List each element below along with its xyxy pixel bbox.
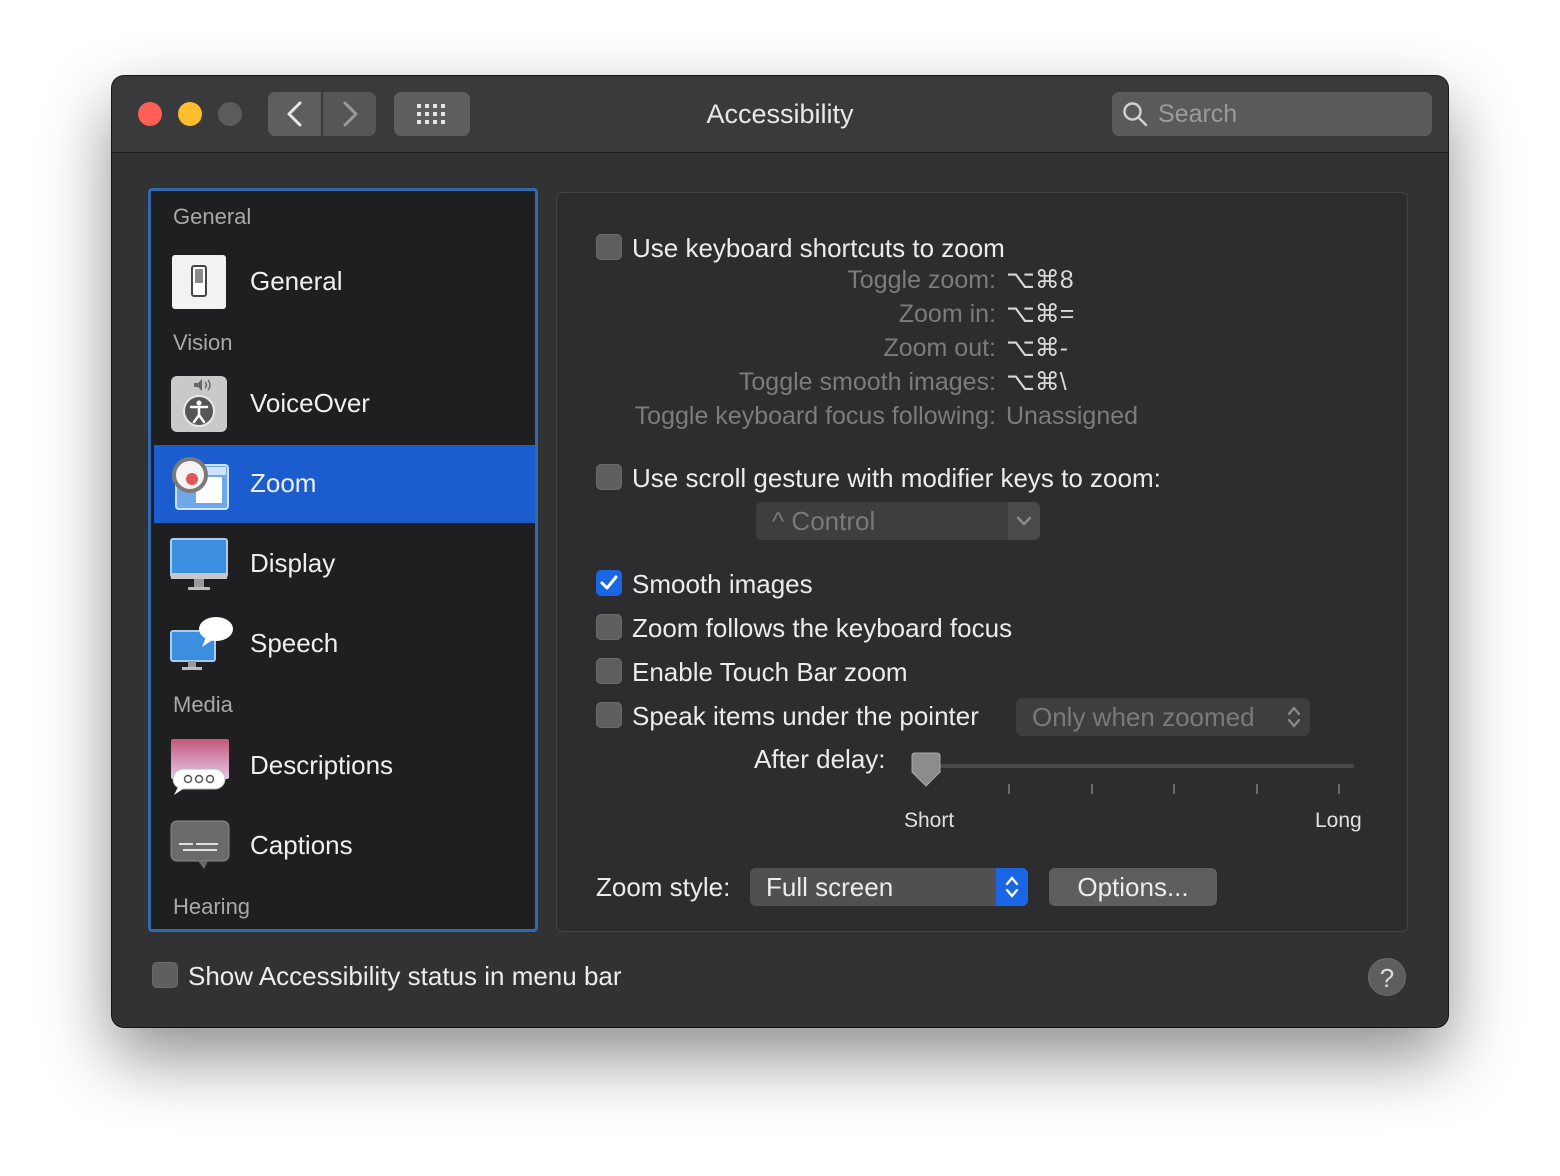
switch-icon xyxy=(170,253,228,311)
chevron-left-icon xyxy=(287,101,301,127)
forward-button[interactable] xyxy=(323,92,376,136)
minimize-window-button[interactable] xyxy=(178,102,202,126)
shortcut-name: Zoom in: xyxy=(898,300,996,328)
sidebar-item-captions[interactable]: Captions xyxy=(154,807,535,885)
help-button[interactable]: ? xyxy=(1368,958,1406,996)
shortcut-name: Toggle zoom: xyxy=(847,266,996,294)
zoom-style-popup[interactable]: Full screen xyxy=(750,868,1028,906)
follow-focus-checkbox[interactable] xyxy=(596,614,622,640)
grid-icon xyxy=(417,104,445,124)
chevron-right-icon xyxy=(343,101,357,127)
sidebar-header-general: General xyxy=(173,204,252,229)
sidebar-item-label: Speech xyxy=(250,628,339,658)
window-title: Accessibility xyxy=(706,99,854,129)
sidebar-header-hearing: Hearing xyxy=(173,894,251,919)
sidebar-item-label: General xyxy=(250,266,343,296)
voiceover-icon xyxy=(170,375,228,433)
speak-items-checkbox[interactable] xyxy=(596,702,622,728)
shortcut-row-zoom-out: Zoom out: xyxy=(596,332,996,364)
speak-items-label: Speak items under the pointer xyxy=(632,701,979,731)
smooth-images-checkbox[interactable] xyxy=(596,570,622,596)
scroll-gesture-checkbox[interactable] xyxy=(596,464,622,490)
preferences-window: Accessibility Search General General Vis… xyxy=(112,76,1448,1027)
status-menu-label: Show Accessibility status in menu bar xyxy=(188,961,622,991)
captions-icon xyxy=(170,817,230,875)
shortcut-row-focus-following: Toggle keyboard focus following: xyxy=(596,400,996,432)
sidebar-item-general[interactable]: General xyxy=(154,243,535,321)
search-icon xyxy=(1123,102,1148,127)
after-delay-label: After delay: xyxy=(754,744,886,774)
slider-max-label: Long xyxy=(1315,809,1362,832)
speech-icon xyxy=(170,615,233,673)
sidebar-item-label: Captions xyxy=(250,830,353,860)
back-button[interactable] xyxy=(268,92,321,136)
slider-min-label: Short xyxy=(904,809,955,832)
shortcut-value: ⌥⌘- xyxy=(1006,334,1069,362)
modifier-key-value: ^ Control xyxy=(772,506,876,536)
shortcut-row-toggle-zoom: Toggle zoom: xyxy=(596,264,996,296)
status-menu-checkbox[interactable] xyxy=(152,962,178,988)
sidebar-item-display[interactable]: Display xyxy=(154,525,535,603)
slider-tick xyxy=(1338,784,1340,794)
keyboard-shortcuts-label: Use keyboard shortcuts to zoom xyxy=(632,233,1005,263)
sidebar-item-voiceover[interactable]: VoiceOver xyxy=(154,365,535,443)
zoom-style-value: Full screen xyxy=(766,872,894,902)
category-sidebar[interactable]: General General Vision VoiceOver Zoom Di… xyxy=(148,188,538,932)
sidebar-item-label: Display xyxy=(250,548,336,578)
sidebar-header-media: Media xyxy=(173,692,233,717)
touch-bar-zoom-label: Enable Touch Bar zoom xyxy=(632,657,908,687)
scroll-gesture-label: Use scroll gesture with modifier keys to… xyxy=(632,463,1161,493)
shortcut-row-smooth-images: Toggle smooth images: xyxy=(596,366,996,398)
search-field[interactable]: Search xyxy=(1112,92,1432,136)
chevron-updown-icon xyxy=(996,868,1028,906)
options-button[interactable]: Options... xyxy=(1049,868,1217,906)
sidebar-item-zoom[interactable]: Zoom xyxy=(154,445,535,523)
chevron-updown-icon xyxy=(1278,698,1310,736)
keyboard-shortcuts-checkbox[interactable] xyxy=(596,234,622,260)
touch-bar-zoom-checkbox[interactable] xyxy=(596,658,622,684)
speak-mode-value: Only when zoomed xyxy=(1032,702,1255,732)
zoom-icon xyxy=(170,455,229,513)
delay-slider-track[interactable] xyxy=(914,764,1354,768)
shortcut-value: Unassigned xyxy=(1006,402,1139,430)
shortcut-value: ⌥⌘8 xyxy=(1006,266,1074,294)
shortcut-name: Toggle keyboard focus following: xyxy=(634,402,996,430)
slider-tick xyxy=(1091,784,1093,794)
zoom-style-label: Zoom style: xyxy=(596,872,731,902)
chevron-down-icon xyxy=(1008,502,1040,540)
delay-slider-thumb[interactable] xyxy=(910,752,942,788)
shortcut-row-zoom-in: Zoom in: xyxy=(596,298,996,330)
sidebar-item-descriptions[interactable]: Descriptions xyxy=(154,727,535,805)
slider-tick xyxy=(1256,784,1258,794)
sidebar-item-label: VoiceOver xyxy=(250,388,370,418)
slider-tick xyxy=(1008,784,1010,794)
shortcut-name: Toggle smooth images: xyxy=(738,368,996,396)
shortcut-name: Zoom out: xyxy=(883,334,996,362)
sidebar-item-label: Zoom xyxy=(250,468,317,498)
display-icon xyxy=(170,535,228,593)
follow-focus-label: Zoom follows the keyboard focus xyxy=(632,613,1013,643)
smooth-images-label: Smooth images xyxy=(632,569,813,599)
close-window-button[interactable] xyxy=(138,102,162,126)
checkmark-icon xyxy=(600,575,618,590)
show-all-button[interactable] xyxy=(394,92,470,136)
shortcut-value: ⌥⌘= xyxy=(1006,300,1075,328)
modifier-key-popup[interactable]: ^ Control xyxy=(756,502,1040,540)
sidebar-item-label: Descriptions xyxy=(250,750,394,780)
sidebar-header-vision: Vision xyxy=(173,330,233,355)
title-bar: Accessibility Search xyxy=(112,76,1448,153)
sidebar-item-speech[interactable]: Speech xyxy=(154,605,535,683)
shortcut-value: ⌥⌘\ xyxy=(1006,368,1067,396)
descriptions-icon xyxy=(170,737,229,795)
zoom-window-button[interactable] xyxy=(218,102,242,126)
search-placeholder: Search xyxy=(1158,100,1238,128)
slider-tick xyxy=(1173,784,1175,794)
speak-mode-popup[interactable]: Only when zoomed xyxy=(1016,698,1310,736)
